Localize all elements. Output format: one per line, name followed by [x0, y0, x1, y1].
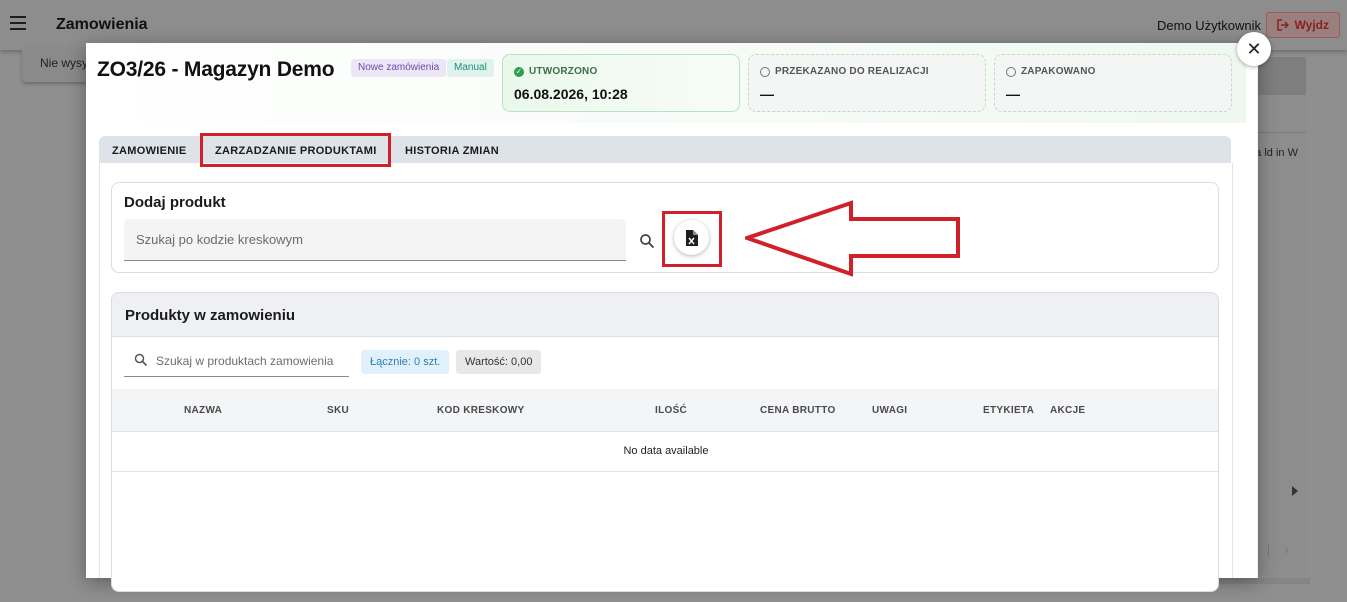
products-card-header: Produkty w zamowieniu	[112, 293, 1218, 337]
order-products-card: Produkty w zamowieniu Łącznie: 0 szt. Wa…	[111, 292, 1219, 592]
barcode-search-input[interactable]	[124, 219, 626, 261]
search-icon[interactable]	[639, 233, 655, 249]
logout-label: Wyjdz	[1294, 18, 1329, 32]
close-dialog-button[interactable]: ✕	[1237, 32, 1271, 66]
column-header-barcode[interactable]: KOD KRESKOWY	[437, 405, 525, 416]
products-table-header: NAZWA SKU KOD KRESKOWY ILOŚĆ CENA BRUTTO…	[112, 389, 1218, 432]
callout-arrow-icon	[745, 200, 960, 277]
tab-highlight-box	[200, 133, 391, 167]
status-step-packed: ZAPAKOWANO —	[994, 54, 1232, 112]
tab-change-history[interactable]: HISTORIA ZMIAN	[405, 145, 499, 157]
status-step-value: 06.08.2026, 10:28	[514, 86, 628, 102]
logout-button[interactable]: Wyjdz	[1265, 12, 1340, 38]
column-header-label[interactable]: ETYKIETA	[983, 405, 1034, 416]
background-card-text: Nie wysy	[40, 56, 89, 70]
import-highlight-box	[662, 211, 722, 267]
dialog-scrollbar[interactable]	[1257, 71, 1258, 578]
status-step-label: ZAPAKOWANO	[1021, 66, 1096, 77]
search-icon	[134, 353, 148, 367]
tab-order[interactable]: ZAMOWIENIE	[112, 145, 187, 157]
column-header-sku[interactable]: SKU	[327, 405, 349, 416]
app-title: Zamowienia	[56, 16, 148, 33]
menu-icon[interactable]	[10, 16, 26, 30]
logout-icon	[1276, 19, 1289, 31]
table-row: No data available	[112, 432, 1218, 472]
order-title: ZO3/26 - Magazyn Demo	[97, 58, 335, 81]
status-step-label: UTWORZONO	[529, 66, 598, 77]
user-name: Demo Użytkownik	[1156, 18, 1261, 33]
products-filter-input[interactable]	[154, 346, 348, 376]
add-product-title: Dodaj produkt	[124, 194, 226, 211]
column-header-actions: AKCJE	[1050, 405, 1086, 416]
check-circle-icon: ✓	[514, 66, 524, 77]
order-header: ZO3/26 - Magazyn Demo Nowe zamówienia Ma…	[86, 43, 1246, 123]
status-step-created: ✓ UTWORZONO 06.08.2026, 10:28	[502, 54, 740, 112]
close-icon: ✕	[1246, 39, 1262, 59]
empty-circle-icon	[1006, 66, 1016, 77]
status-step-forwarded: PRZEKAZANO DO REALIZACJI —	[748, 54, 986, 112]
empty-table-message: No data available	[623, 445, 709, 457]
source-chip-manual: Manual	[447, 59, 494, 77]
status-step-value: —	[760, 86, 774, 102]
total-quantity-badge: Łącznie: 0 szt.	[361, 350, 450, 374]
background-scroll-right-icon	[1292, 486, 1298, 496]
column-header-notes[interactable]: UWAGI	[872, 405, 907, 416]
products-filter	[124, 346, 349, 377]
total-value-badge: Wartość: 0,00	[456, 350, 542, 374]
empty-circle-icon	[760, 66, 770, 77]
column-header-gross-price[interactable]: CENA BRUTTO	[760, 405, 836, 416]
status-step-value: —	[1006, 86, 1020, 102]
column-header-name[interactable]: NAZWA	[184, 405, 222, 416]
status-step-label: PRZEKAZANO DO REALIZACJI	[775, 66, 929, 77]
products-title: Produkty w zamowieniu	[125, 307, 296, 324]
column-header-quantity[interactable]: ILOŚĆ	[655, 405, 687, 416]
status-chip-new: Nowe zamówienia	[351, 59, 447, 77]
